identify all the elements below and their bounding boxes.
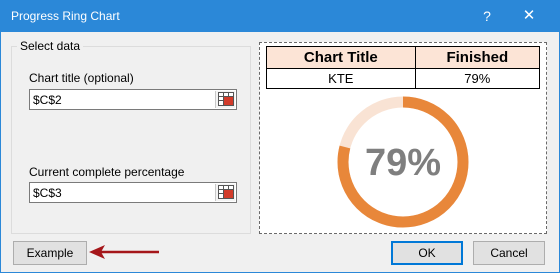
chart-preview: Chart Title Finished KTE 79% 79% [259, 42, 547, 234]
ring-percentage-label: 79% [365, 142, 441, 184]
table-header-row: Chart Title Finished [266, 46, 541, 69]
table-cell: KTE [266, 68, 416, 89]
percentage-value: $C$3 [33, 186, 62, 200]
range-select-icon [218, 92, 234, 106]
help-button[interactable]: ? [475, 5, 499, 27]
chart-title-field[interactable]: $C$2 [29, 89, 237, 110]
chart-title-range-select-button[interactable] [215, 91, 235, 108]
percentage-field[interactable]: $C$3 [29, 182, 237, 203]
percentage-range-select-button[interactable] [215, 184, 235, 201]
table-header: Chart Title [266, 46, 416, 69]
dialog-window: Progress Ring Chart ? ✕ Select data Char… [0, 0, 560, 273]
window-title: Progress Ring Chart [11, 9, 120, 23]
ok-button[interactable]: OK [391, 241, 463, 265]
title-bar[interactable]: Progress Ring Chart ? ✕ [1, 1, 559, 32]
close-button[interactable]: ✕ [517, 5, 541, 27]
percentage-label: Current complete percentage [29, 165, 185, 179]
chart-title-value: $C$2 [33, 93, 62, 107]
table-cell: 79% [414, 68, 541, 89]
annotation-arrow-icon [89, 245, 159, 259]
chart-title-label: Chart title (optional) [29, 71, 134, 85]
progress-ring-chart: 79% [337, 96, 469, 228]
data-table: Chart Title Finished KTE 79% [266, 46, 541, 89]
select-data-label: Select data [17, 39, 84, 53]
table-row: KTE 79% [266, 68, 541, 89]
table-header: Finished [414, 46, 541, 69]
cancel-button[interactable]: Cancel [473, 241, 545, 265]
range-select-icon [218, 185, 234, 199]
example-button[interactable]: Example [13, 241, 87, 265]
